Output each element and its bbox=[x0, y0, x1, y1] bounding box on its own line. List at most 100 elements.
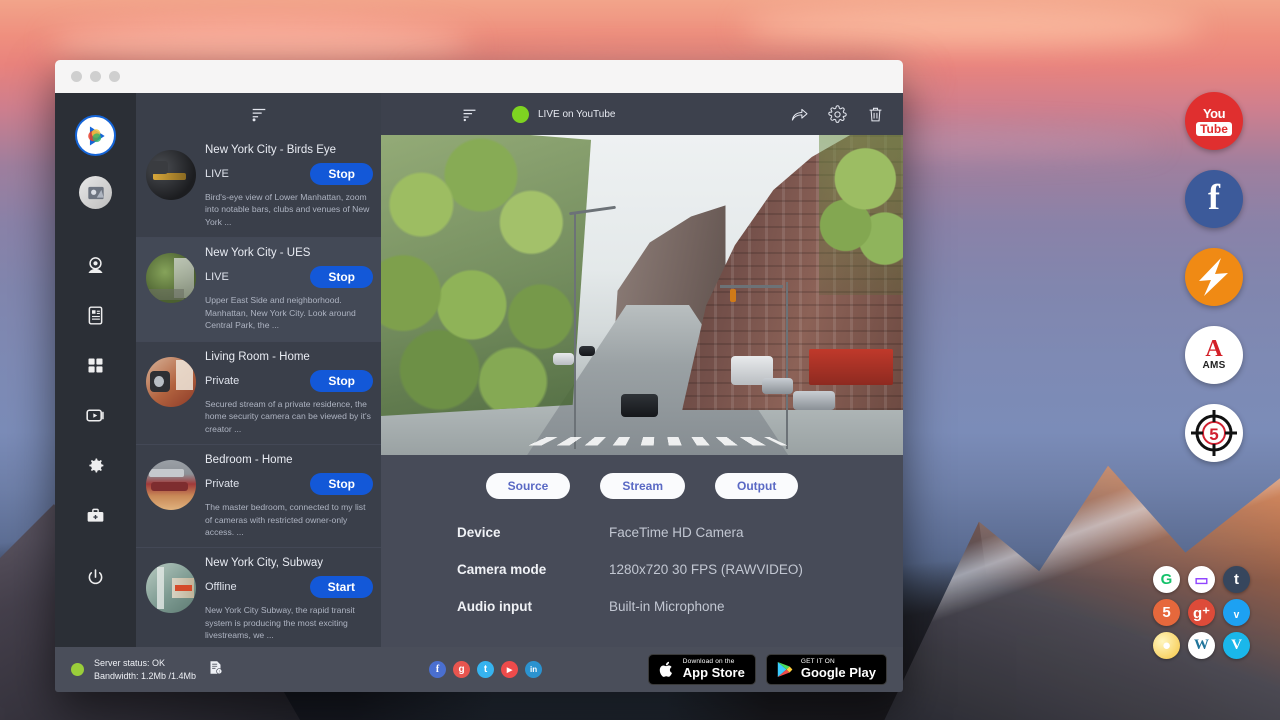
server-status-text: Server status: OK Bandwidth: 1.2Mb /1.4M… bbox=[94, 657, 196, 681]
desktop-icon-twitter[interactable]: ᵥ bbox=[1223, 599, 1250, 626]
window-minimize-button[interactable] bbox=[90, 71, 101, 82]
window-maximize-button[interactable] bbox=[109, 71, 120, 82]
desktop-icon-slideshare[interactable]: 5 bbox=[1153, 599, 1180, 626]
camera-status: Private bbox=[205, 478, 239, 490]
twitter-glyph: t bbox=[484, 664, 487, 675]
tab-stream[interactable]: Stream bbox=[600, 473, 685, 499]
sidebar-item-settings[interactable] bbox=[76, 445, 116, 485]
tab-source[interactable]: Source bbox=[486, 473, 571, 499]
desktop-icon-channel-5[interactable]: 5 bbox=[1185, 404, 1243, 462]
user-avatar[interactable] bbox=[79, 176, 112, 209]
desktop-icon-winamp[interactable] bbox=[1185, 248, 1243, 306]
google-play-badge[interactable]: GET IT ON Google Play bbox=[766, 654, 887, 684]
sidebar-item-toolkit[interactable] bbox=[76, 495, 116, 535]
server-status-dot-icon bbox=[71, 663, 84, 676]
sidebar-item-reports[interactable] bbox=[76, 295, 116, 335]
grid-icon bbox=[85, 355, 106, 376]
topbar-actions bbox=[790, 105, 885, 124]
share-arrow-icon[interactable] bbox=[790, 105, 809, 124]
detail-row-audio-input: Audio input Built-in Microphone bbox=[457, 599, 903, 614]
toolbox-icon bbox=[85, 505, 106, 526]
play-triangle-icon bbox=[775, 660, 794, 679]
camera-thumbnail bbox=[146, 357, 196, 407]
camera-list-item[interactable]: Living Room - Home Private Stop Secured … bbox=[136, 342, 381, 445]
camera-status: Offline bbox=[205, 581, 237, 593]
camera-list-header bbox=[136, 93, 381, 135]
social-twitter-icon[interactable]: t bbox=[477, 661, 494, 678]
camera-action-button[interactable]: Stop bbox=[310, 266, 373, 288]
flickr-glyph: ● bbox=[1162, 637, 1171, 654]
facebook-glyph: f bbox=[436, 664, 439, 675]
camera-status: LIVE bbox=[205, 168, 229, 180]
desktop-icon-twitch[interactable]: ▭ bbox=[1188, 566, 1215, 593]
sidebar-rail bbox=[55, 93, 136, 647]
trash-icon[interactable] bbox=[866, 105, 885, 124]
main-topbar: LIVE on YouTube bbox=[381, 93, 903, 135]
detail-value: Built-in Microphone bbox=[609, 599, 725, 614]
sidebar-item-power[interactable] bbox=[76, 557, 116, 597]
camera-action-button[interactable]: Stop bbox=[310, 473, 373, 495]
sidebar-item-dashboard[interactable] bbox=[76, 345, 116, 385]
filter-lines-icon[interactable] bbox=[250, 105, 268, 123]
video-left-trees bbox=[381, 135, 600, 417]
facebook-glyph: f bbox=[1208, 179, 1220, 215]
svg-text:5: 5 bbox=[1209, 425, 1218, 444]
app-store-badge[interactable]: Download on the App Store bbox=[648, 654, 756, 684]
camera-list-item[interactable]: New York City - Birds Eye LIVE Stop Bird… bbox=[136, 135, 381, 238]
camera-title: New York City - Birds Eye bbox=[205, 144, 373, 156]
desktop-icon-grammarly[interactable]: G bbox=[1153, 566, 1180, 593]
video-preview[interactable] bbox=[381, 135, 903, 455]
camera-action-button[interactable]: Stop bbox=[310, 370, 373, 392]
social-facebook-icon[interactable]: f bbox=[429, 661, 446, 678]
social-google-plus-icon[interactable]: g bbox=[453, 661, 470, 678]
camera-thumbnail bbox=[146, 253, 196, 303]
sidebar-item-broadcast[interactable] bbox=[76, 395, 116, 435]
camera-thumbnail bbox=[146, 460, 196, 510]
status-footer: Server status: OK Bandwidth: 1.2Mb /1.4M… bbox=[55, 647, 903, 692]
grammarly-glyph: G bbox=[1161, 571, 1173, 588]
camera-list-item[interactable]: Bedroom - Home Private Stop The master b… bbox=[136, 445, 381, 548]
desktop-icon-tumblr[interactable]: t bbox=[1223, 566, 1250, 593]
camera-description: New York City Subway, the rapid transit … bbox=[205, 604, 373, 641]
app-window: New York City - Birds Eye LIVE Stop Bird… bbox=[55, 60, 903, 692]
tab-output[interactable]: Output bbox=[715, 473, 798, 499]
app-logo-icon[interactable] bbox=[75, 115, 116, 156]
camera-action-button[interactable]: Stop bbox=[310, 163, 373, 185]
detail-label: Device bbox=[457, 525, 609, 540]
desktop-small-icon-cluster: G ▭ t 5 g⁺ ᵥ ● W V bbox=[1149, 563, 1254, 662]
video-car bbox=[793, 391, 835, 410]
apple-icon bbox=[657, 660, 676, 679]
video-crosswalk bbox=[528, 437, 788, 446]
social-youtube-icon[interactable]: ▶ bbox=[501, 661, 518, 678]
desktop-icon-google-plus[interactable]: g⁺ bbox=[1188, 599, 1215, 626]
gear-icon[interactable] bbox=[828, 105, 847, 124]
detail-label: Camera mode bbox=[457, 562, 609, 577]
tumblr-glyph: t bbox=[1234, 571, 1239, 588]
lightning-icon bbox=[1191, 254, 1237, 300]
desktop-icon-facebook[interactable]: f bbox=[1185, 170, 1243, 228]
desktop-icon-youtube[interactable]: You Tube bbox=[1185, 92, 1243, 150]
desktop-icon-dock: You Tube f A AMS 5 bbox=[1185, 92, 1243, 462]
camera-title: Living Room - Home bbox=[205, 351, 373, 363]
slideshare-glyph: 5 bbox=[1162, 604, 1170, 621]
video-right-tree bbox=[819, 135, 903, 295]
document-list-icon bbox=[85, 305, 106, 326]
app-store-bottom-label: App Store bbox=[683, 666, 745, 680]
camera-list-item[interactable]: New York City, Subway Offline Start New … bbox=[136, 548, 381, 650]
window-close-button[interactable] bbox=[71, 71, 82, 82]
server-status-line: Server status: OK bbox=[94, 657, 196, 669]
desktop-icon-wordpress[interactable]: W bbox=[1188, 632, 1215, 659]
desktop-icon-adobe-ams[interactable]: A AMS bbox=[1185, 326, 1243, 384]
webcam-icon bbox=[85, 255, 106, 276]
social-linkedin-icon[interactable]: in bbox=[525, 661, 542, 678]
camera-list-item[interactable]: New York City - UES LIVE Stop Upper East… bbox=[136, 238, 381, 341]
desktop-icon-vimeo[interactable]: V bbox=[1223, 632, 1250, 659]
youtube-bottom-label: Tube bbox=[1196, 122, 1232, 136]
sort-lines-icon[interactable] bbox=[461, 106, 478, 123]
social-links: f g t ▶ in bbox=[429, 661, 542, 678]
sidebar-item-camera[interactable] bbox=[76, 245, 116, 285]
camera-action-button[interactable]: Start bbox=[310, 576, 373, 598]
document-info-icon[interactable]: i bbox=[208, 660, 223, 680]
desktop-icon-flickr[interactable]: ● bbox=[1153, 632, 1180, 659]
camera-thumbnail bbox=[146, 563, 196, 613]
